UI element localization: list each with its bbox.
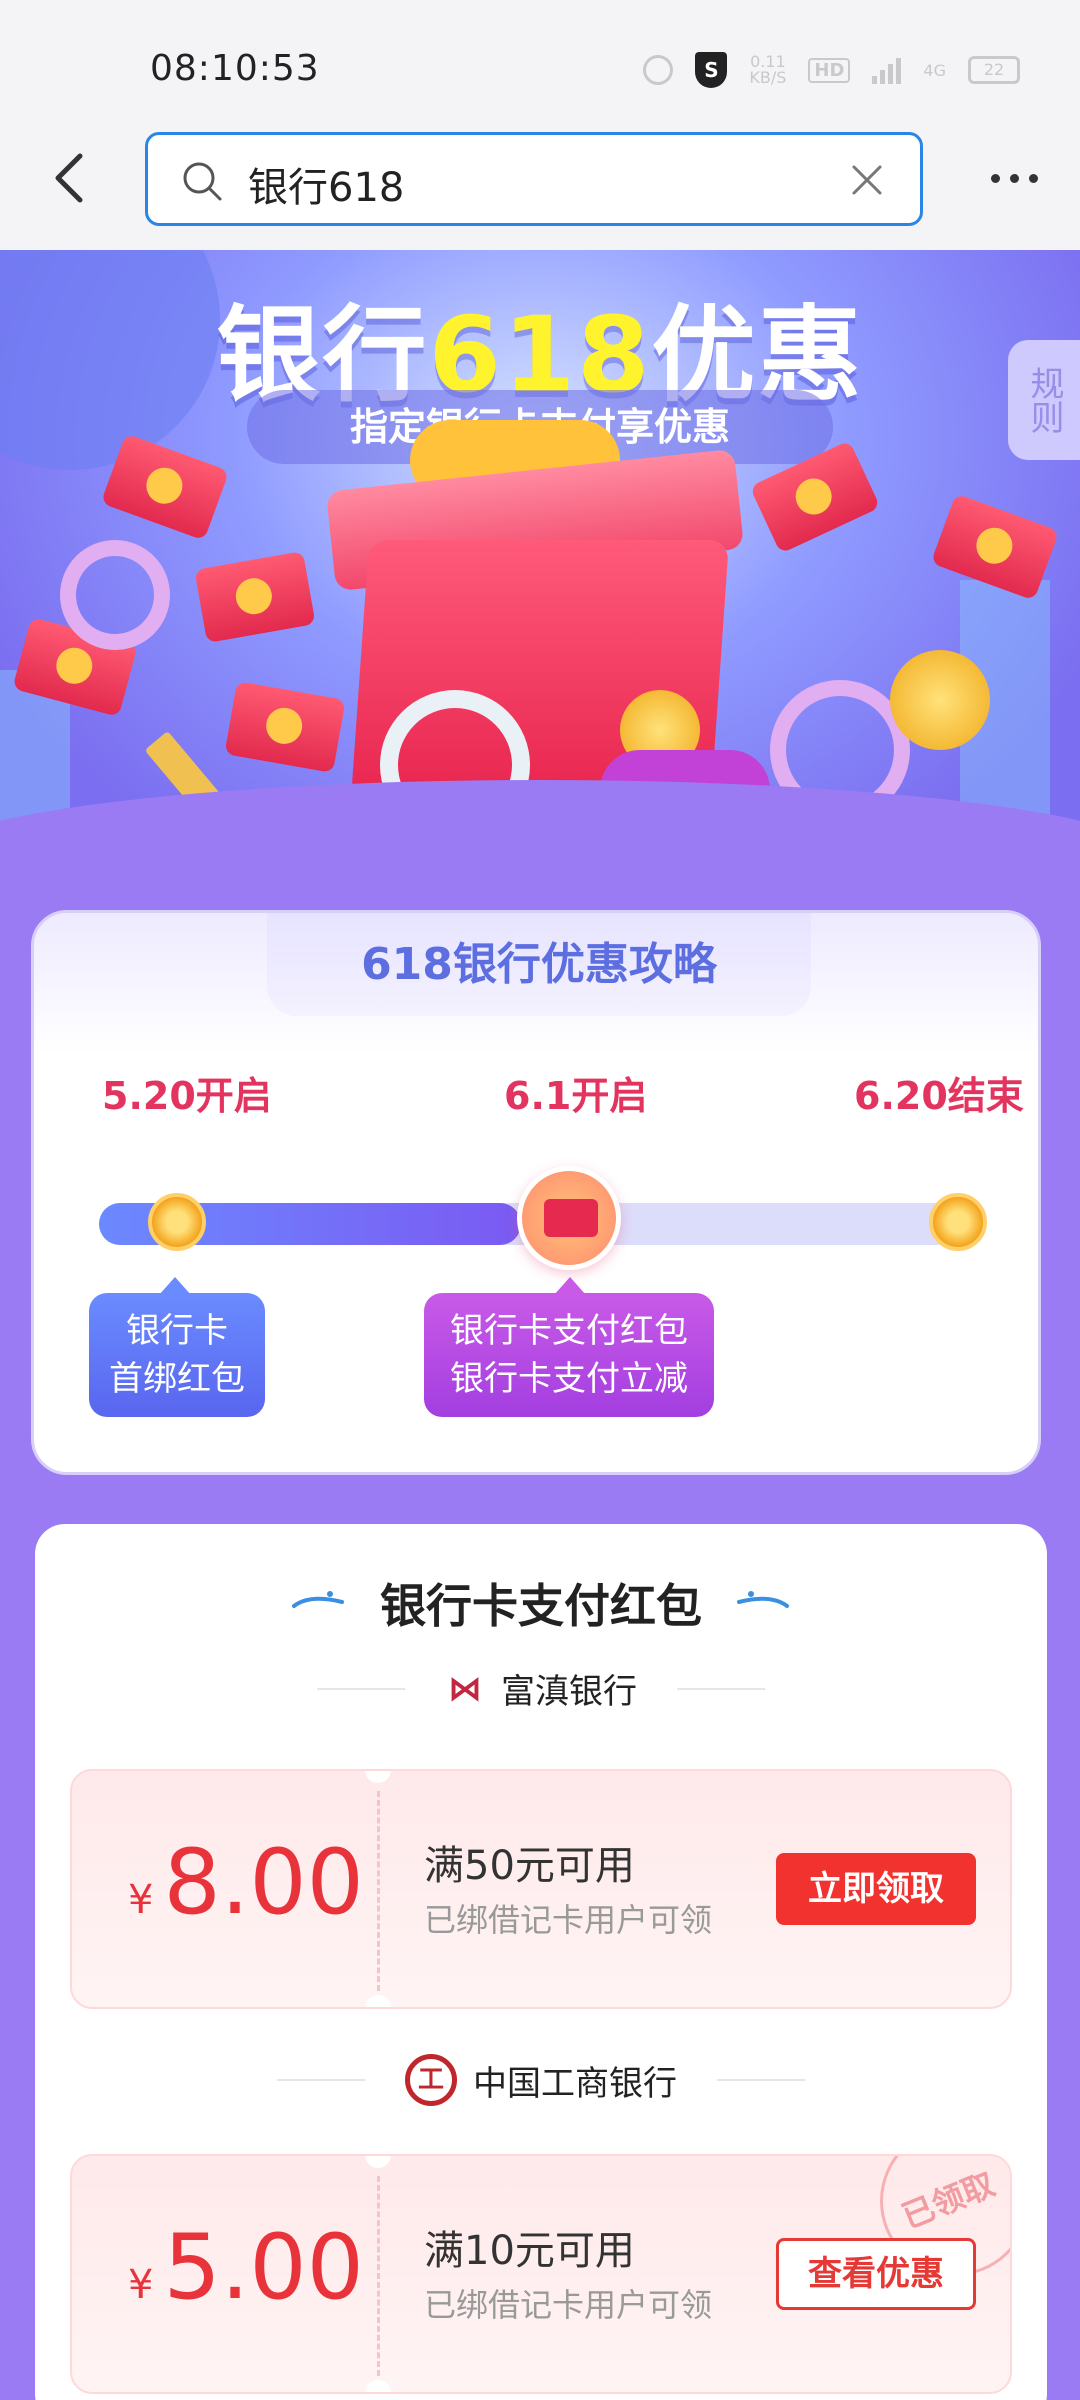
timeline-coin-icon (148, 1193, 206, 1251)
divider (277, 2079, 365, 2081)
network-speed: 0.11 KB/S (749, 52, 787, 87)
dot-icon (990, 173, 1000, 183)
coin-icon (890, 650, 990, 750)
decor-swirl (60, 540, 170, 650)
icbc-logo-icon: 工 (405, 2054, 457, 2106)
timeline-coin-icon (929, 1193, 987, 1251)
battery-icon: 22 (968, 56, 1020, 84)
claim-button[interactable]: 立即领取 (776, 1853, 976, 1925)
red-packet-badge-icon (517, 1166, 621, 1270)
coupon-amount: ¥5.00 (128, 2215, 364, 2320)
milestone-date: 6.1开启 (504, 1074, 648, 1118)
milestone-date: 6.20结束 (854, 1074, 1024, 1118)
divider (677, 1687, 765, 1690)
decor-wave-icon (737, 1591, 789, 1608)
search-icon (183, 162, 222, 201)
decor-swirl (770, 680, 910, 820)
coupon-card: ¥5.00 满10元可用 已绑借记卡用户可领 已领取 查看优惠 (70, 2154, 1012, 2394)
bank-header: ⋈ 富滇银行 (35, 1664, 1047, 1713)
divider (717, 2079, 805, 2081)
coupon-card: ¥8.00 满50元可用 已绑借记卡用户可领 立即领取 (70, 1769, 1012, 2009)
back-button[interactable] (40, 146, 104, 210)
coupon-condition: 满50元可用 (424, 1843, 635, 1889)
coupon-note: 已绑借记卡用户可领 (424, 2286, 713, 2324)
more-options-button[interactable] (984, 160, 1044, 196)
network-type: 4G (923, 60, 946, 80)
red-envelope-icon (100, 433, 230, 541)
hd-indicator: HD (808, 57, 851, 83)
signal-icon (872, 56, 902, 84)
coupon-left: ¥5.00 (72, 2156, 377, 2392)
coupon-left: ¥8.00 (72, 1771, 377, 2007)
coupon-note: 已绑借记卡用户可领 (424, 1901, 713, 1939)
dot-icon (1009, 173, 1019, 183)
chevron-left-icon (55, 153, 83, 203)
strategy-title: 618银行优惠攻略 (267, 913, 811, 1016)
bank-header: 工 中国工商银行 (35, 2054, 1047, 2106)
divider (317, 1687, 405, 1690)
search-query: 银行618 (248, 165, 405, 211)
coupon-separator (377, 1791, 380, 1991)
coupon-condition: 满10元可用 (424, 2228, 635, 2274)
strategy-card: 618银行优惠攻略 5.20开启 6.1开启 6.20结束 银行卡 首绑红包 银… (31, 910, 1041, 1475)
milestone-date: 5.20开启 (102, 1074, 272, 1118)
bank-name: 中国工商银行 (473, 2063, 677, 2104)
status-time: 08:10:53 (150, 48, 320, 89)
coupon-separator (377, 2176, 380, 2376)
search-input[interactable]: 银行618 (145, 132, 923, 226)
first-bind-tag[interactable]: 银行卡 首绑红包 (89, 1277, 265, 1417)
section-title: 银行卡支付红包 (380, 1579, 702, 1633)
red-envelope-icon (224, 681, 346, 773)
headphone-icon (380, 690, 530, 840)
gamepad-icon (600, 750, 770, 840)
red-packet-card: 银行卡支付红包 ⋈ 富滇银行 ¥8.00 满50元可用 已绑借记卡用户可领 立即… (35, 1524, 1047, 2400)
payment-tag[interactable]: 银行卡支付红包 银行卡支付立减 (424, 1277, 714, 1417)
promo-banner: 银行618优惠 指定银行卡支付享优惠 (0, 250, 1080, 880)
lipstick-icon (144, 730, 226, 820)
coupon-amount: ¥8.00 (128, 1830, 364, 1935)
clear-icon[interactable] (848, 161, 886, 199)
rules-button[interactable]: 规则 (1008, 340, 1080, 460)
fudian-bank-logo-icon: ⋈ (448, 1668, 482, 1709)
security-shield-icon: S (695, 52, 728, 88)
bank-name: 富滇银行 (501, 1672, 637, 1712)
red-envelope-icon (194, 551, 316, 643)
status-bar: 08:10:53 S 0.11 KB/S HD 4G 22 (0, 0, 1080, 120)
alarm-icon (643, 55, 674, 85)
status-icons: S 0.11 KB/S HD 4G 22 (643, 52, 1020, 88)
dot-icon (1028, 173, 1038, 183)
nav-bar: 银行618 (0, 120, 1080, 250)
view-offer-button[interactable]: 查看优惠 (776, 2238, 976, 2310)
